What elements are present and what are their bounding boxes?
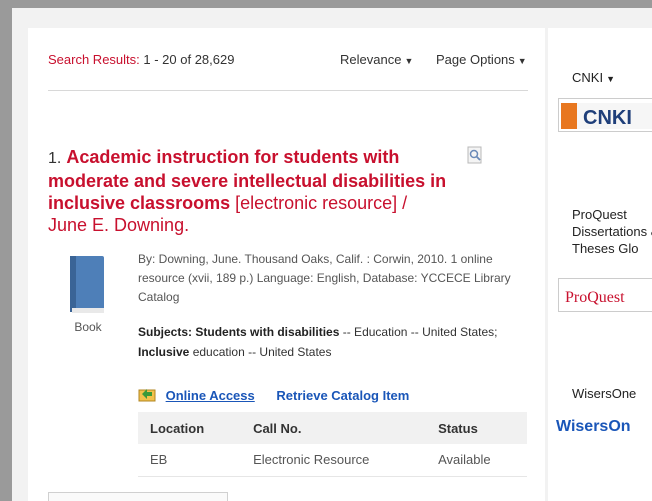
page-options-label: Page Options xyxy=(436,52,515,67)
databases-sidebar: CNKI ▼ CNKI ProQuest Dissertations & Thes… xyxy=(548,28,652,501)
cnki-logo[interactable]: CNKI xyxy=(558,98,652,132)
sort-label: Relevance xyxy=(340,52,402,67)
record-links: Online Access Retrieve Catalog Item xyxy=(138,386,409,405)
results-label: Search Results: xyxy=(48,52,140,67)
wisers-label: WisersOne xyxy=(572,386,637,401)
online-access-link[interactable]: Online Access xyxy=(166,388,255,403)
subject-link[interactable]: Inclusive xyxy=(138,345,189,359)
divider xyxy=(48,90,528,91)
chevron-down-icon: ▼ xyxy=(606,74,615,84)
cnki-dropdown[interactable]: CNKI ▼ xyxy=(572,70,615,85)
page-options-dropdown[interactable]: Page Options ▼ xyxy=(436,52,527,67)
subjects-label: Subjects: xyxy=(138,325,193,339)
table-row: EB Electronic Resource Available xyxy=(138,444,527,477)
results-panel: Search Results: 1 - 20 of 28,629 Relevan… xyxy=(28,28,545,501)
svg-text:ProQuest: ProQuest xyxy=(565,289,625,306)
record-meta: By: Downing, June. Thousand Oaks, Calif.… xyxy=(138,252,511,304)
cnki-label: CNKI xyxy=(572,70,604,85)
table-header-row: Location Call No. Status xyxy=(138,412,527,444)
column-header-location: Location xyxy=(138,412,242,444)
format-label: Book xyxy=(74,320,102,334)
preview-zoom-icon[interactable] xyxy=(466,146,484,164)
svg-text:CNKI: CNKI xyxy=(583,107,632,129)
online-access-icon xyxy=(138,386,156,405)
column-header-call-no: Call No. xyxy=(241,412,427,444)
cell-status: Available xyxy=(426,444,527,477)
cell-location: EB xyxy=(138,444,242,477)
subject-text: education -- United States xyxy=(192,345,332,359)
record-number: 1. xyxy=(48,150,62,167)
sort-dropdown[interactable]: Relevance ▼ xyxy=(340,52,413,67)
proquest-logo[interactable]: ProQuest xyxy=(558,278,652,312)
record-subjects: Subjects: Students with disabilities -- … xyxy=(138,322,528,362)
record-title: 1. Academic instruction for students wit… xyxy=(48,146,448,236)
subject-text: -- Education -- United States; xyxy=(342,325,498,339)
wisers-logo[interactable]: WisersOn xyxy=(556,418,631,436)
book-icon xyxy=(70,256,104,313)
column-header-status: Status xyxy=(426,412,527,444)
cell-call-no: Electronic Resource xyxy=(241,444,427,477)
results-count: Search Results: 1 - 20 of 28,629 xyxy=(48,52,234,67)
retrieve-catalog-item-link[interactable]: Retrieve Catalog Item xyxy=(276,388,409,403)
chevron-down-icon: ▼ xyxy=(404,56,414,66)
chevron-down-icon: ▼ xyxy=(517,56,527,66)
results-toolbar: Search Results: 1 - 20 of 28,629 Relevan… xyxy=(48,52,528,72)
subject-link[interactable]: Students with disabilities xyxy=(195,325,339,339)
holdings-table: Location Call No. Status EB Electronic R… xyxy=(138,412,527,477)
results-range: 1 - 20 of 28,629 xyxy=(143,52,235,67)
proquest-label: ProQuest Dissertations & Theses Glo xyxy=(572,207,652,256)
next-record-edge xyxy=(48,492,228,501)
